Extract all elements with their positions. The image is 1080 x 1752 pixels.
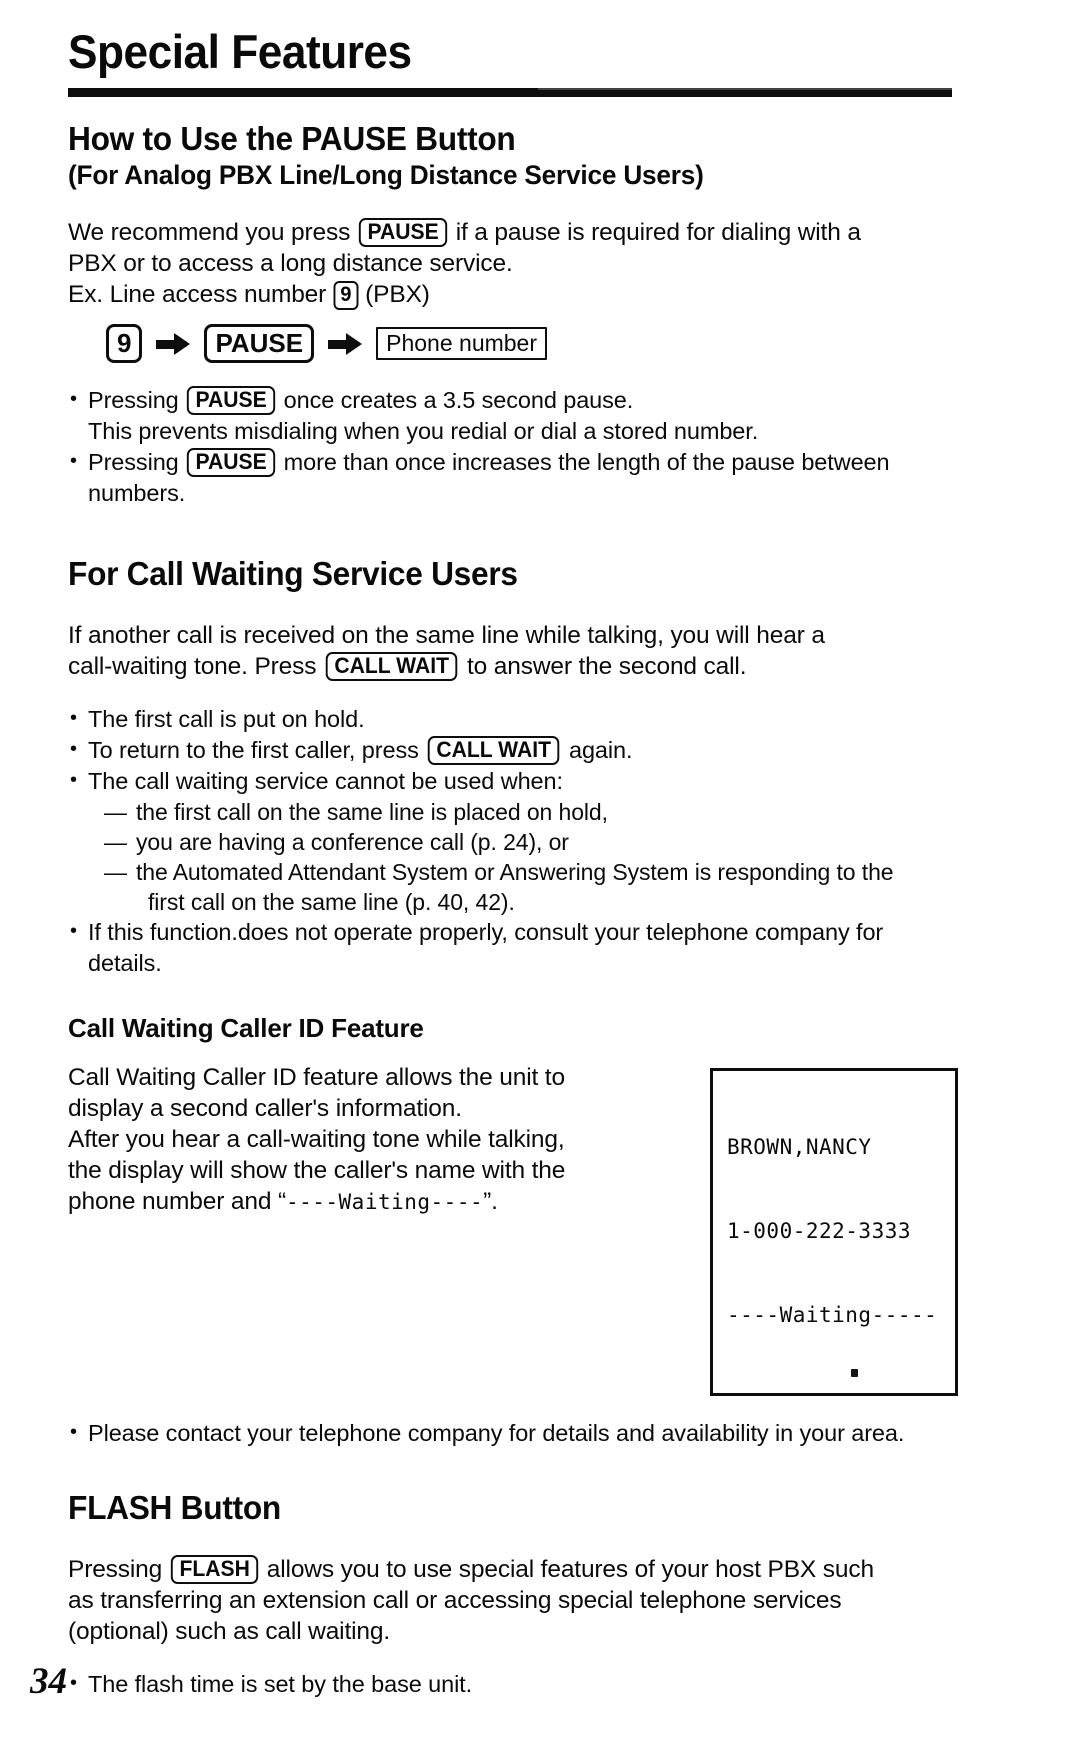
call-waiting-intro-line-2a: call-waiting tone. Press — [68, 653, 323, 681]
sequence-phone-number-box: Phone number — [376, 327, 548, 361]
pause-example-text-1: Ex. Line access number — [68, 281, 333, 309]
list-item: The first call is put on hold. — [68, 703, 958, 734]
caller-id-line-2: display a second caller's information. — [68, 1095, 462, 1123]
caller-id-line-5b: ”. — [483, 1188, 498, 1216]
caller-id-paragraph: Call Waiting Caller ID feature allows th… — [68, 1062, 668, 1218]
list-item: To return to the first caller, press CAL… — [68, 734, 958, 766]
pause-bullet-list: Pressing PAUSE once creates a 3.5 second… — [68, 384, 958, 508]
flash-line-2: as transferring an extension call or acc… — [68, 1587, 842, 1615]
call-waiting-intro-paragraph: If another call is received on the same … — [68, 620, 958, 682]
arrow-right-icon-2 — [328, 332, 363, 355]
call-wait-key-inline-2: CALL WAIT — [427, 736, 560, 766]
page-number: 34 — [30, 1661, 67, 1702]
section-subheading-pause: (For Analog PBX Line/Long Distance Servi… — [68, 159, 704, 190]
pause-intro-text-3: PBX or to access a long distance service… — [68, 250, 513, 278]
lcd-line-status: ----Waiting----- — [727, 1303, 938, 1328]
call-waiting-bullet-list-2: If this function.does not operate proper… — [68, 916, 958, 978]
flash-key-inline: FLASH — [170, 1555, 259, 1585]
list-item: the Automated Attendant System or Answer… — [104, 857, 958, 917]
lcd-line-number: 1-000-222-3333 — [727, 1219, 912, 1244]
list-item: Pressing PAUSE once creates a 3.5 second… — [68, 384, 958, 416]
list-item-continuation: This prevents misdialing when you redial… — [88, 418, 759, 445]
bullet-text-line-1: If this function.does not operate proper… — [88, 919, 884, 946]
page-title: Special Features — [68, 25, 412, 78]
subsection-heading-caller-id: Call Waiting Caller ID Feature — [68, 1013, 424, 1044]
caller-id-line-3: After you hear a call-waiting tone while… — [68, 1126, 565, 1154]
call-wait-key-inline: CALL WAIT — [325, 652, 458, 682]
flash-paragraph: Pressing FLASH allows you to use special… — [68, 1554, 958, 1647]
bullet-text-post: more than once increases the length of t… — [277, 449, 890, 476]
flash-text-pre: Pressing — [68, 1556, 169, 1584]
bullet-text-pre: To return to the first caller, press — [88, 737, 426, 764]
pause-key-inline-3: PAUSE — [186, 448, 276, 478]
list-item-continuation: details. — [88, 950, 162, 977]
pause-key-inline-2: PAUSE — [186, 386, 276, 416]
page-content: How to Use the PAUSE Button (For Analog … — [68, 120, 958, 1700]
key-sequence-diagram: 9 PAUSE Phone number — [68, 324, 958, 364]
flash-line-3: (optional) such as call waiting. — [68, 1618, 391, 1646]
list-item-continuation: numbers. — [88, 480, 186, 507]
caller-id-line-1: Call Waiting Caller ID feature allows th… — [68, 1064, 565, 1092]
lcd-display-illustration: BROWN,NANCY 1-000-222-3333 ----Waiting--… — [710, 1068, 958, 1397]
section-heading-call-waiting: For Call Waiting Service Users — [68, 555, 518, 593]
caller-id-bullet-list: Please contact your telephone company fo… — [68, 1417, 958, 1448]
title-divider-rule — [68, 86, 952, 97]
caller-id-row: Call Waiting Caller ID feature allows th… — [68, 1062, 958, 1397]
caller-id-line-5a: phone number and “ — [68, 1188, 286, 1216]
list-item: you are having a conference call (p. 24)… — [104, 827, 958, 857]
list-item: Pressing PAUSE more than once increases … — [68, 446, 958, 478]
pause-intro-text-2: if a pause is required for dialing with … — [449, 219, 861, 247]
call-waiting-intro-line-2b: to answer the second call. — [460, 653, 747, 681]
list-item: If this function.does not operate proper… — [68, 916, 958, 947]
caller-id-text-column: Call Waiting Caller ID feature allows th… — [68, 1062, 668, 1218]
scan-artifact-dot — [851, 1369, 858, 1377]
manual-page: Special Features How to Use the PAUSE Bu… — [0, 0, 1080, 1752]
bullet-text-post: once creates a 3.5 second pause. — [277, 387, 634, 414]
dash-item-line-1: the Automated Attendant System or Answer… — [136, 859, 894, 886]
nine-key-inline: 9 — [333, 281, 359, 311]
bullet-text-post: again. — [562, 737, 633, 764]
flash-bullet-list: The flash time is set by the base unit. — [68, 1668, 958, 1699]
list-item: the first call on the same line is place… — [104, 797, 958, 827]
list-item: Please contact your telephone company fo… — [68, 1417, 958, 1448]
caller-id-waiting-mono: ----Waiting---- — [285, 1190, 484, 1215]
lcd-line-name: BROWN,NANCY — [727, 1135, 872, 1160]
arrow-right-icon — [156, 332, 191, 355]
section-heading-pause: How to Use the PAUSE Button — [68, 120, 516, 157]
pause-example-text-2: (PBX) — [358, 281, 430, 309]
call-waiting-dash-list: the first call on the same line is place… — [68, 797, 958, 917]
call-waiting-intro-line-1: If another call is received on the same … — [68, 622, 825, 650]
dash-item-line-2: first call on the same line (p. 40, 42). — [148, 889, 515, 916]
list-item: The flash time is set by the base unit. — [68, 1668, 958, 1699]
bullet-text-pre: Pressing — [88, 387, 186, 414]
pause-intro-text-1: We recommend you press — [68, 219, 357, 247]
list-item: The call waiting service cannot be used … — [68, 765, 958, 796]
pause-intro-paragraph: We recommend you press PAUSE if a pause … — [68, 217, 958, 311]
flash-text-post: allows you to use special features of yo… — [260, 1556, 874, 1584]
sequence-key-pause: PAUSE — [204, 324, 315, 364]
caller-id-line-4: the display will show the caller's name … — [68, 1157, 566, 1185]
sequence-key-nine: 9 — [106, 324, 143, 364]
call-waiting-bullet-list: The first call is put on hold. To return… — [68, 703, 958, 796]
bullet-text-pre: Pressing — [88, 449, 186, 476]
pause-key-inline: PAUSE — [358, 218, 448, 248]
section-heading-flash: FLASH Button — [68, 1489, 281, 1527]
